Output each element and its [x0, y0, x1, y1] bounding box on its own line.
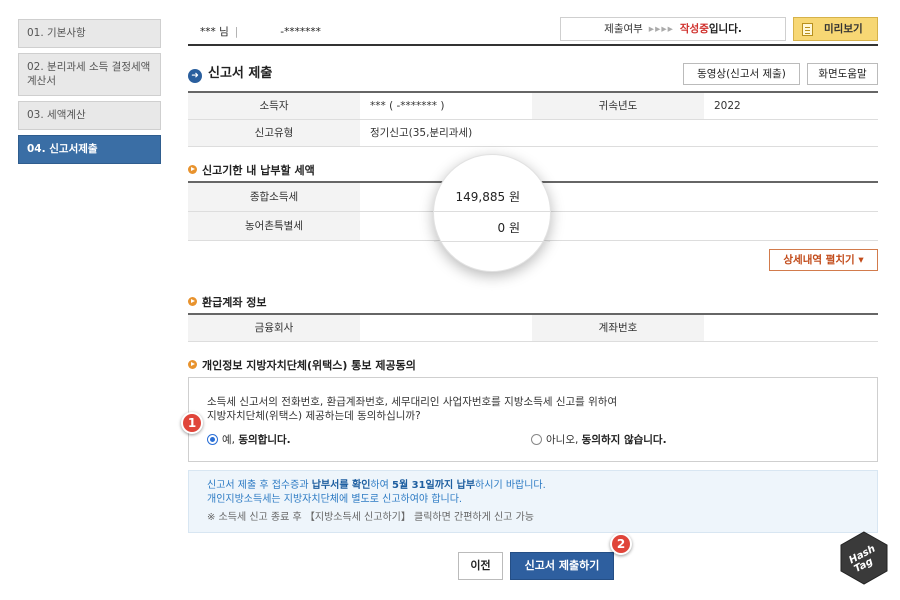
step-basic-info[interactable]: 01. 기본사항: [18, 19, 161, 48]
document-icon: [802, 23, 813, 36]
page-title-text: 신고서 제출: [208, 66, 273, 81]
preview-button[interactable]: 미리보기: [793, 17, 878, 41]
table-row: 소득자 *** ( -******* ) 귀속년도 2022: [188, 92, 878, 120]
notice-footnote: ※ 소득세 신고 종료 후 【지방소득세 신고하기】 클릭하면 간편하게 신고 …: [207, 512, 534, 523]
refund-title-text: 환급계좌 정보: [202, 296, 267, 309]
step-tax-calc[interactable]: 03. 세액계산: [18, 101, 161, 130]
user-info: *** 님 | -*******: [200, 24, 321, 39]
bank-label: 금융회사: [188, 314, 360, 342]
bullet-icon: [188, 165, 197, 174]
notice-line: 신고서 제출 후 접수증과 납부서를 확인하여 5월 31일까지 납부하시기 바…: [207, 479, 859, 493]
consent-yes-radio[interactable]: 예, 동의합니다.: [207, 432, 291, 447]
step-badge-2: 2: [610, 533, 632, 555]
divider: [434, 241, 550, 242]
no-prefix: 아니오,: [546, 434, 582, 446]
no-label: 동의하지 않습니다.: [581, 434, 667, 446]
radio-selected-icon: [207, 434, 218, 445]
payment-title-text: 신고기한 내 납부할 세액: [202, 164, 315, 177]
step-label: 04. 신고서제출: [27, 143, 98, 155]
screen-help-button[interactable]: 화면도움말: [807, 63, 878, 85]
refund-account-table: 금융회사 계좌번호: [188, 313, 878, 342]
report-type-value: 정기신고(35,분리과세): [360, 119, 878, 147]
arrows-icon: ▸▸▸▸: [648, 23, 674, 35]
payment-section-title: 신고기한 내 납부할 세액: [188, 162, 315, 178]
notice-text: 하시기 바랍니다.: [475, 480, 546, 491]
consent-no-radio[interactable]: 아니오, 동의하지 않습니다.: [531, 432, 667, 447]
account-label: 계좌번호: [532, 314, 704, 342]
notice-emphasis: 5월 31일까지 납부: [392, 480, 476, 491]
arrow-circle-icon: ➜: [188, 69, 202, 83]
yes-label: 동의합니다.: [238, 434, 291, 446]
year-value: 2022: [704, 92, 878, 120]
empty-cell: [532, 211, 878, 241]
income-tax-label: 종합소득세: [188, 182, 360, 212]
step-submit-active[interactable]: 04. 신고서제출: [18, 135, 161, 164]
consent-message: 소득세 신고서의 전화번호, 환급계좌번호, 세무대리인 사업자번호를 지방소득…: [207, 395, 617, 423]
rural-tax-amount: 0 원: [497, 221, 521, 235]
divider: |: [234, 26, 239, 38]
previous-button[interactable]: 이전: [458, 552, 503, 580]
video-guide-button[interactable]: 동영상(신고서 제출): [683, 63, 800, 85]
status-label: 제출여부: [604, 23, 643, 35]
step-label: 02. 분리과세 소득 결정세액 계산서: [27, 61, 151, 87]
expand-details-button[interactable]: 상세내역 펼치기 ▾: [769, 249, 878, 271]
magnifier-overlay: 149,885 원 0 원: [433, 154, 551, 272]
hashtag-logo: Hash Tag: [840, 531, 888, 585]
bullet-icon: [188, 297, 197, 306]
submit-report-button[interactable]: 신고서 제출하기: [510, 552, 614, 580]
preview-label: 미리보기: [824, 23, 863, 35]
rural-tax-label: 농어촌특별세: [188, 211, 360, 241]
radio-unselected-icon: [531, 434, 542, 445]
status-suffix: 입니다.: [708, 23, 742, 35]
empty-cell: [532, 182, 878, 212]
taxpayer-info-table: 소득자 *** ( -******* ) 귀속년도 2022 신고유형 정기신고…: [188, 91, 878, 147]
step-label: 03. 세액계산: [27, 109, 86, 121]
bullet-icon: [188, 360, 197, 369]
consent-title-text: 개인정보 지방자치단체(위택스) 통보 제공동의: [202, 359, 416, 372]
taxpayer-value: *** ( -******* ): [360, 92, 532, 120]
step-label: 01. 기본사항: [27, 27, 86, 39]
consent-box: 소득세 신고서의 전화번호, 환급계좌번호, 세무대리인 사업자번호를 지방소득…: [188, 377, 878, 462]
page-title: ➜ 신고서 제출: [188, 62, 272, 83]
income-tax-amount: 149,885 원: [455, 190, 520, 204]
bank-value: [360, 314, 532, 342]
report-type-label: 신고유형: [188, 119, 360, 147]
consent-message-line: 소득세 신고서의 전화번호, 환급계좌번호, 세무대리인 사업자번호를 지방소득…: [207, 396, 618, 408]
notice-text: 신고서 제출 후 접수증과: [207, 480, 312, 491]
step-sidebar: 01. 기본사항 02. 분리과세 소득 결정세액 계산서 03. 세액계산 0…: [18, 19, 161, 169]
step-separate-tax[interactable]: 02. 분리과세 소득 결정세액 계산서: [18, 53, 161, 96]
user-id: -*******: [280, 26, 321, 38]
user-name: *** 님: [200, 26, 229, 38]
taxpayer-label: 소득자: [188, 92, 360, 120]
table-row: 신고유형 정기신고(35,분리과세): [188, 119, 878, 147]
year-label: 귀속년도: [532, 92, 704, 120]
notice-line: 개인지방소득세는 지방자치단체에 별도로 신고하여야 합니다.: [207, 494, 463, 505]
table-row: 금융회사 계좌번호: [188, 314, 878, 342]
status-value: 작성중: [679, 23, 709, 35]
divider: [434, 211, 550, 212]
submission-status: 제출여부 ▸▸▸▸ 작성중입니다.: [560, 17, 786, 41]
notice-emphasis: 납부서를 확인: [311, 480, 371, 491]
yes-prefix: 예,: [222, 434, 239, 446]
notice-box: 신고서 제출 후 접수증과 납부서를 확인하여 5월 31일까지 납부하시기 바…: [188, 470, 878, 533]
consent-message-line: 지방자치단체(위택스) 제공하는데 동의하십니까?: [207, 410, 421, 422]
consent-section-title: 개인정보 지방자치단체(위택스) 통보 제공동의: [188, 357, 416, 373]
account-value: [704, 314, 878, 342]
step-badge-1: 1: [181, 412, 203, 434]
notice-text: 하여: [370, 480, 392, 491]
refund-section-title: 환급계좌 정보: [188, 294, 267, 310]
top-bar: *** 님 | -******* 제출여부 ▸▸▸▸ 작성중입니다. 미리보기: [188, 16, 878, 46]
